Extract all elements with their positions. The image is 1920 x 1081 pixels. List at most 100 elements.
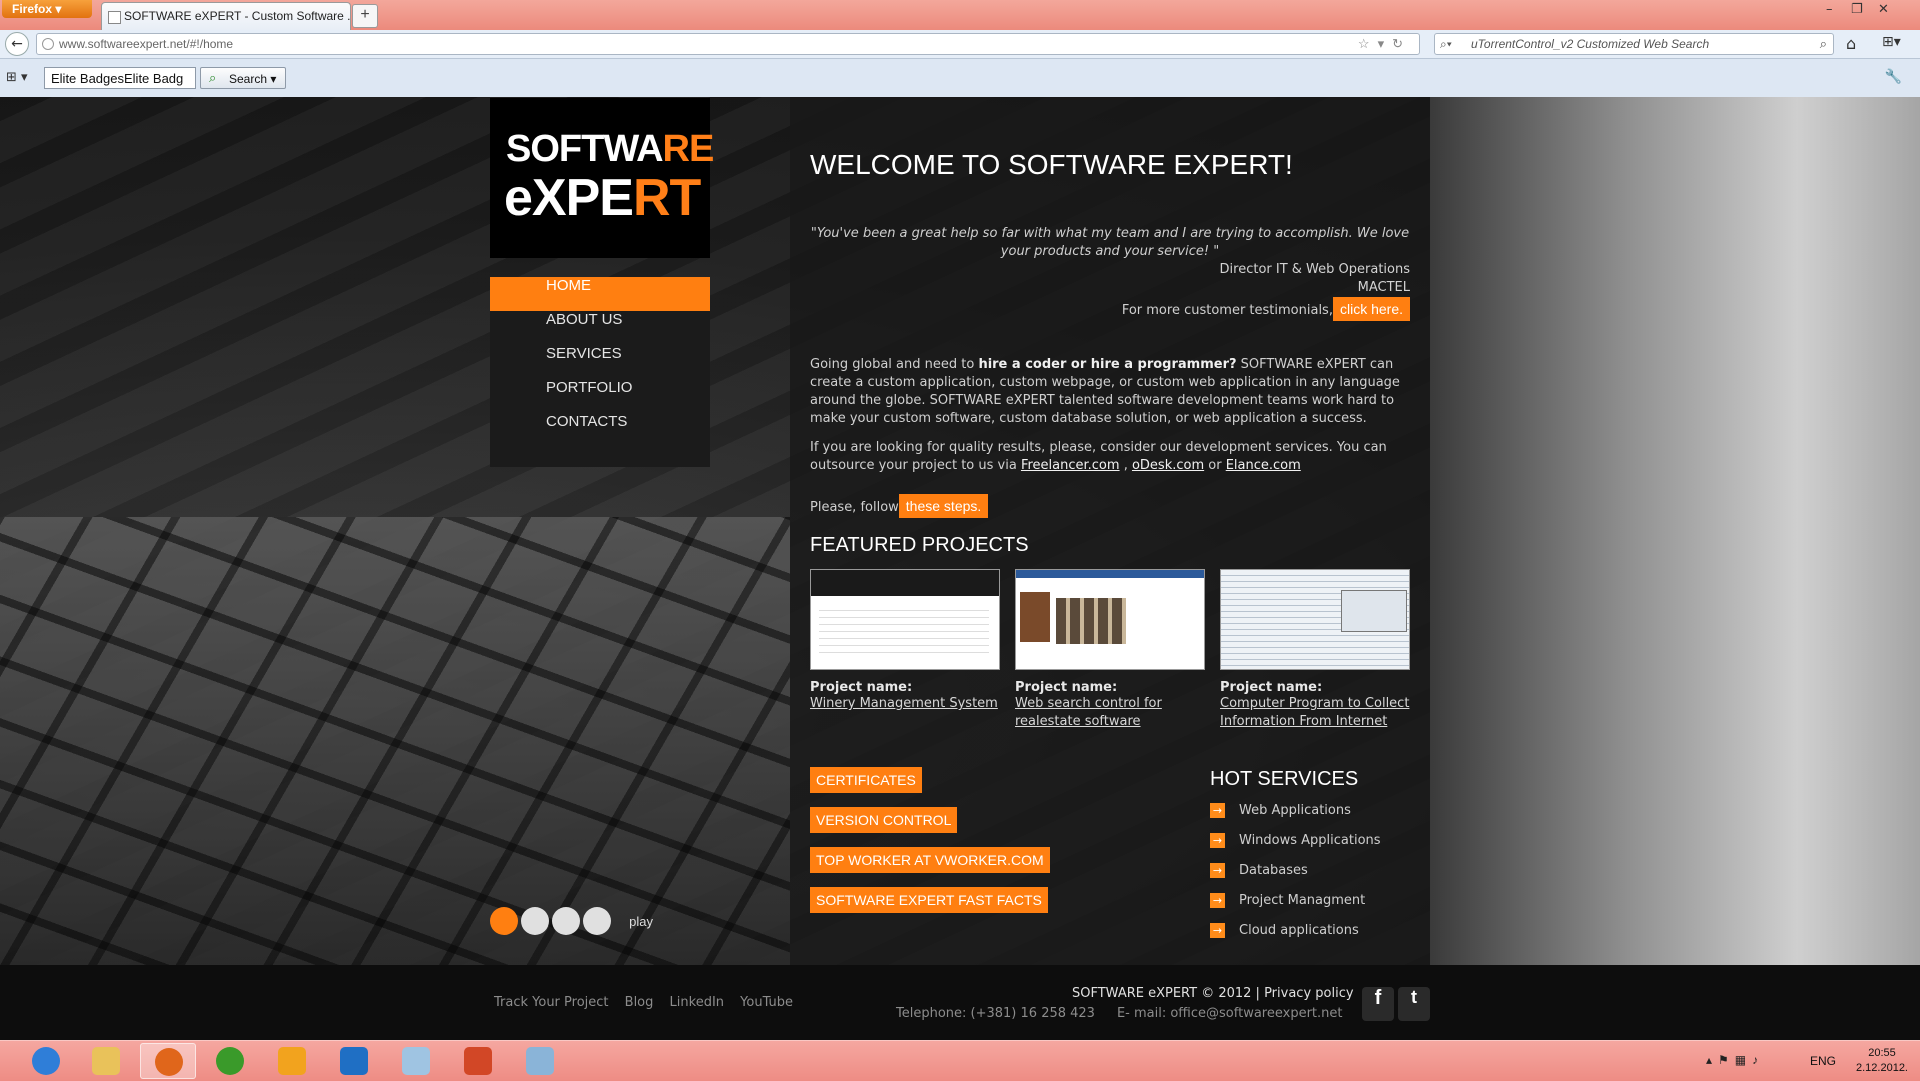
taskbar-notepad[interactable] [388,1043,444,1079]
tag-fast-facts[interactable]: SOFTWARE EXPERT FAST FACTS [810,887,1048,913]
flag-icon[interactable]: ⚑ [1718,1053,1735,1067]
facebook-icon[interactable]: f [1362,987,1394,1021]
reload-icon[interactable]: ↻ [1392,36,1411,51]
minimize-icon[interactable]: – [1826,2,1833,17]
footer-link-youtube[interactable]: YouTube [740,995,793,1010]
paint-icon [526,1047,554,1075]
nav-item-about-us[interactable]: ABOUT US [490,311,710,345]
outsource-paragraph: If you are looking for quality results, … [810,439,1410,475]
web-search-input[interactable]: ⌕▾ uTorrentControl_v2 Customized Web Sea… [1434,33,1834,55]
browser-titlebar: Firefox ▾ SOFTWARE eXPERT - Custom Softw… [0,0,1920,30]
link-separator: or [1204,458,1226,473]
these-steps-button[interactable]: these steps. [898,494,989,518]
taskbar-app-z[interactable] [326,1043,382,1079]
click-here-button[interactable]: click here. [1332,297,1410,321]
project-thumbnail[interactable] [1015,569,1205,670]
nav-item-home[interactable]: HOME [490,277,710,311]
hot-service-item[interactable]: → Windows Applications [1210,833,1381,863]
hot-service-item[interactable]: → Databases [1210,863,1381,893]
hot-services-title: HOT SERVICES [1210,768,1359,790]
taskbar-utorrent[interactable] [202,1043,258,1079]
nav-item-services[interactable]: SERVICES [490,345,710,379]
freelancer-link[interactable]: Freelancer.com [1021,458,1120,473]
taskbar-firefox[interactable] [140,1043,196,1079]
slider-dot[interactable] [583,907,611,935]
main-nav: HOME ABOUT US SERVICES PORTFOLIO CONTACT… [490,277,710,467]
close-icon[interactable]: ✕ [1878,2,1889,17]
bookmark-star-icon[interactable]: ☆ [1358,36,1378,51]
arrow-right-icon: → [1210,833,1225,848]
dropdown-arrow-icon[interactable]: ▾ [1378,36,1393,51]
project-thumbnail[interactable] [810,569,1000,670]
firefox-menu-button[interactable]: Firefox ▾ [2,0,92,18]
toolbar-search-button[interactable]: ⌕ Search ▾ [200,67,286,89]
hot-service-item[interactable]: → Project Managment [1210,893,1381,923]
tag-certificates[interactable]: CERTIFICATES [810,767,922,793]
clock-time: 20:55 [1868,1047,1896,1059]
project-link[interactable]: Web search control for realestate softwar… [1015,695,1205,731]
badges-select[interactable]: Elite BadgesElite Badg [44,67,196,89]
testimonial-author: Director IT & Web Operations MACTEL [1220,261,1410,297]
new-tab-button[interactable]: + [352,4,378,28]
taskbar-powerpoint[interactable] [450,1043,506,1079]
back-arrow-icon: ← [11,36,23,52]
clock[interactable]: 20:55 2.12.2012. [1856,1046,1908,1076]
url-bar[interactable]: www.softwareexpert.net/#!/home ☆▾↻ [36,33,1420,55]
slider-dot[interactable] [490,907,518,935]
tray-arrow-icon[interactable]: ▴ [1706,1053,1718,1067]
hot-service-label: Web Applications [1239,803,1351,818]
addons-menu-icon[interactable]: ⊞▾ [1882,34,1901,50]
odesk-link[interactable]: oDesk.com [1132,458,1204,473]
project-link-line-2: Information From Internet [1220,714,1388,729]
footer-link-track-project[interactable]: Track Your Project [494,995,609,1010]
hot-service-item[interactable]: → Cloud applications [1210,923,1381,953]
network-icon[interactable]: ▦ [1735,1053,1752,1067]
tag-version-control[interactable]: VERSION CONTROL [810,807,958,833]
home-icon[interactable]: ⌂ [1846,34,1856,53]
intro-text-bold: hire a coder or hire a programmer? [978,357,1237,372]
project-link[interactable]: Winery Management System [810,695,1000,713]
nav-item-contacts[interactable]: CONTACTS [490,413,710,447]
taskbar-explorer[interactable] [78,1043,134,1079]
elance-link[interactable]: Elance.com [1226,458,1301,473]
taskbar-paint[interactable] [512,1043,568,1079]
nav-item-portfolio[interactable]: PORTFOLIO [490,379,710,413]
twitter-icon[interactable]: t [1398,987,1430,1021]
language-indicator[interactable]: ENG [1810,1054,1836,1068]
app-z-icon [340,1047,368,1075]
project-thumbnail[interactable] [1220,569,1410,670]
link-separator: , [1119,458,1132,473]
url-bar-icons: ☆▾↻ [1358,36,1411,52]
browser-tab[interactable]: SOFTWARE eXPERT - Custom Software ... [101,2,351,30]
taskbar-outlook[interactable] [264,1043,320,1079]
search-engine-icon[interactable]: ⌕▾ [1440,37,1452,52]
search-magnifier-icon[interactable]: ⌕ [1820,36,1827,52]
footer-link-blog[interactable]: Blog [625,995,654,1010]
logo-expert-accent: RT [632,169,701,227]
back-button[interactable]: ← [5,32,29,56]
folder-icon [92,1047,120,1075]
volume-icon[interactable]: ♪ [1752,1053,1764,1067]
restore-icon[interactable]: ❐ [1851,2,1863,17]
project-link-line-1: Computer Program to Collect [1220,696,1410,711]
taskbar-ie[interactable] [18,1043,74,1079]
arrow-right-icon: → [1210,803,1225,818]
footer-phone: Telephone: (+381) 16 258 423 [896,1006,1095,1021]
wrench-icon[interactable]: 🔧 [1885,69,1902,85]
project-link-line-1: Web search control for [1015,696,1162,711]
toolbar-add-icon[interactable]: ⊞ ▾ [6,70,28,85]
slider-play-button[interactable]: play [629,914,653,929]
footer-link-linkedin[interactable]: LinkedIn [670,995,724,1010]
slider-dot[interactable] [552,907,580,935]
footer-copyright[interactable]: SOFTWARE eXPERT © 2012 | Privacy policy [1072,986,1354,1001]
more-testimonials: For more customer testimonials, click her… [1122,297,1410,321]
hot-service-item[interactable]: → Web Applications [1210,803,1381,833]
info-tags: CERTIFICATES VERSION CONTROL TOP WORKER … [810,767,1050,927]
slider-dot[interactable] [521,907,549,935]
site-logo[interactable]: SOFTWARE eXPERT [490,98,714,258]
tag-top-worker[interactable]: TOP WORKER AT VWORKER.COM [810,847,1050,873]
main-content: WELCOME TO SOFTWARE EXPERT! "You've been… [790,97,1430,965]
project-link[interactable]: Computer Program to Collect Information F… [1220,695,1410,731]
footer-email[interactable]: E- mail: office@softwareexpert.net [1117,1006,1343,1021]
follow-text: Please, follow [810,500,899,515]
